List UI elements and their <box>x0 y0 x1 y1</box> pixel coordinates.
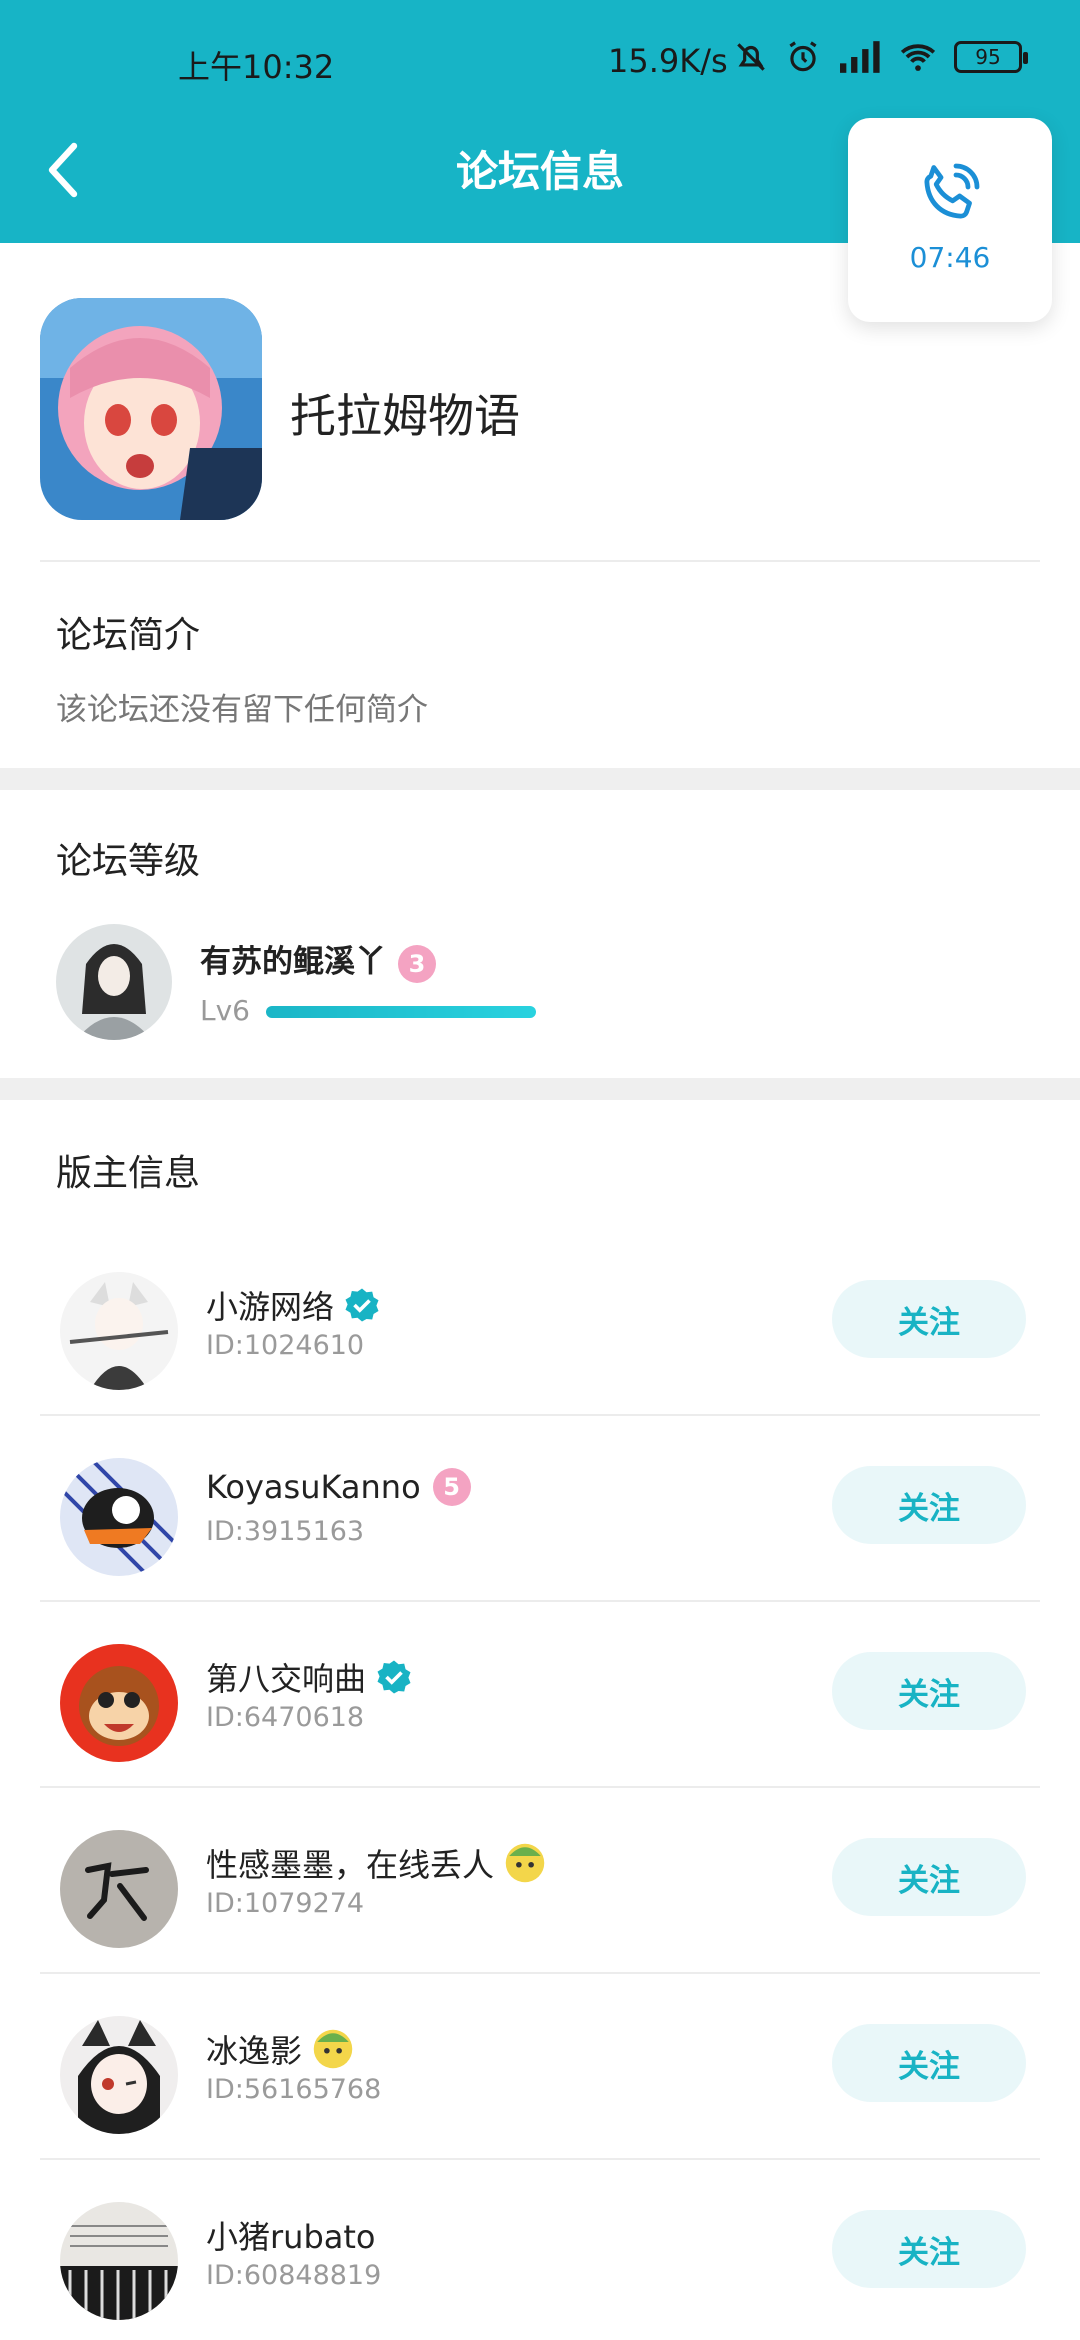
follow-button[interactable]: 关注 <box>832 1280 1026 1358</box>
level-label: Lv6 <box>200 994 250 1027</box>
moderator-id: ID:56165768 <box>206 2074 382 2105</box>
moderator-name: 小猪rubato <box>206 2212 376 2258</box>
divider <box>40 560 1040 562</box>
moderator-name: KoyasuKanno 5 <box>206 1468 471 1506</box>
avatar <box>60 2202 178 2320</box>
follow-button[interactable]: 关注 <box>832 2210 1026 2288</box>
avatar <box>60 1830 178 1948</box>
moderator-name: 第八交响曲 <box>206 1654 412 1700</box>
level-user-row[interactable]: 有苏的鲲溪丫 3 Lv6 <box>56 924 956 1044</box>
moderator-id: ID:3915163 <box>206 1516 365 1547</box>
emoji-badge-icon <box>505 1843 545 1883</box>
mute-bell-icon <box>737 43 765 71</box>
moderator-name: 小游网络 <box>206 1282 380 1328</box>
verified-badge-icon <box>377 1660 411 1694</box>
alarm-icon <box>789 41 817 72</box>
emoji-badge-icon <box>313 2029 353 2069</box>
status-time: 上午10:32 <box>178 48 335 86</box>
moderator-name-text: 小猪rubato <box>206 2218 376 2256</box>
moderator-id: ID:1024610 <box>206 1330 365 1361</box>
level-badge: 5 <box>432 1468 471 1506</box>
network-rate: 15.9K/s <box>608 42 728 80</box>
intro-text: 该论坛还没有留下任何简介 <box>56 692 428 728</box>
status-bar: 上午10:32 15.9K/s 95 <box>0 36 1080 86</box>
call-timer: 07:46 <box>909 240 991 274</box>
status-icons: 95 <box>732 38 1028 76</box>
follow-button[interactable]: 关注 <box>832 1466 1026 1544</box>
moderator-id: ID:1079274 <box>206 1888 365 1919</box>
follow-button[interactable]: 关注 <box>832 2024 1026 2102</box>
level-badge: 3 <box>398 944 436 983</box>
level-title: 论坛等级 <box>56 841 201 882</box>
level-user-name: 有苏的鲲溪丫 3 <box>200 936 436 983</box>
moderator-name-text: 小游网络 <box>206 1288 335 1326</box>
list-item[interactable]: 冰逸影 ID:56165768 关注 <box>0 1974 1080 2160</box>
forum-avatar <box>40 298 262 520</box>
avatar <box>60 1272 178 1390</box>
level-progress-bar <box>266 1006 536 1018</box>
battery-indicator: 95 <box>954 41 1028 73</box>
intro-title: 论坛简介 <box>56 615 201 656</box>
moderator-id: ID:60848819 <box>206 2260 382 2291</box>
moderators-title: 版主信息 <box>56 1153 201 1194</box>
follow-button[interactable]: 关注 <box>832 1652 1026 1730</box>
moderator-name-text: 冰逸影 <box>206 2032 303 2070</box>
list-item[interactable]: KoyasuKanno 5 ID:3915163 关注 <box>0 1416 1080 1602</box>
forum-header: 托拉姆物语 <box>40 298 1040 520</box>
follow-button[interactable]: 关注 <box>832 1838 1026 1916</box>
list-item[interactable]: 第八交响曲 ID:6470618 关注 <box>0 1602 1080 1788</box>
list-item[interactable]: 小游网络 ID:1024610 关注 <box>0 1230 1080 1416</box>
phone-icon <box>924 163 980 218</box>
avatar <box>60 1644 178 1762</box>
list-item[interactable]: 小猪rubato ID:60848819 关注 <box>0 2160 1080 2340</box>
level-user-name-text: 有苏的鲲溪丫 <box>200 944 386 980</box>
wifi-icon <box>900 44 936 71</box>
moderator-name-text: 性感墨墨，在线丢人 <box>206 1846 495 1884</box>
avatar <box>56 924 172 1040</box>
moderator-list: 小游网络 ID:1024610 关注 KoyasuKanno 5 ID:3915… <box>0 1230 1080 2340</box>
section-gap <box>0 1078 1080 1100</box>
moderator-name-text: KoyasuKanno <box>206 1468 421 1506</box>
forum-name: 托拉姆物语 <box>290 389 520 443</box>
moderator-id: ID:6470618 <box>206 1702 365 1733</box>
verified-badge-icon <box>345 1288 379 1322</box>
moderator-name-text: 第八交响曲 <box>206 1660 367 1698</box>
section-gap <box>0 768 1080 790</box>
signal-icon <box>840 41 880 73</box>
avatar <box>60 1458 178 1576</box>
avatar <box>60 2016 178 2134</box>
moderator-name: 冰逸影 <box>206 2026 354 2072</box>
call-overlay[interactable]: 07:46 <box>848 118 1052 322</box>
list-item[interactable]: 性感墨墨，在线丢人 ID:1079274 关注 <box>0 1788 1080 1974</box>
moderator-name: 性感墨墨，在线丢人 <box>206 1840 546 1886</box>
